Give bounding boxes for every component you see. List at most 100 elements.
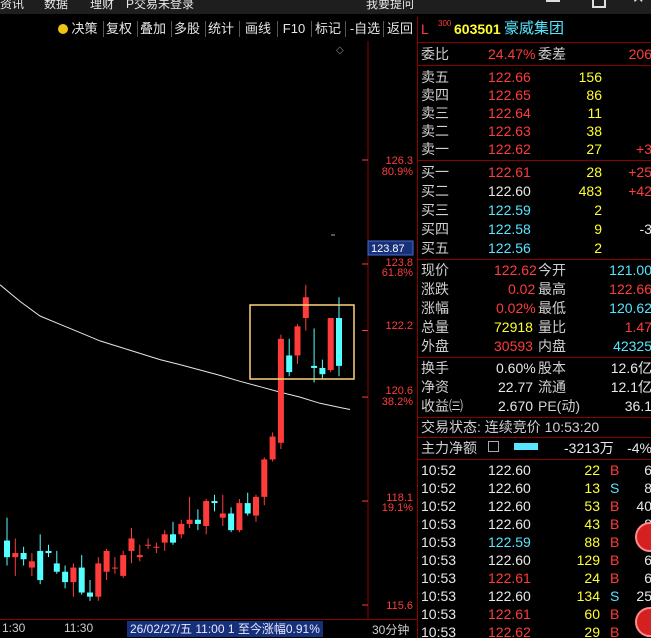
candle-body	[219, 513, 226, 518]
draw-line-button[interactable]: 画线	[244, 19, 272, 39]
order-book-row[interactable]: 买一 122.61 28 +25	[418, 163, 651, 182]
tick-row[interactable]: 10:53 122.60 43 B 8	[418, 515, 651, 534]
stat-label: 涨跌	[421, 281, 449, 297]
kline-chart[interactable]: ◇ 126.3 80.9% 123.8 61.8% 122.2 120.6 38…	[0, 41, 417, 638]
menu-item-shuju[interactable]: 数据	[44, 0, 68, 12]
candle-body	[170, 534, 176, 543]
order-book-row[interactable]: 卖五 122.66 156	[418, 68, 651, 87]
open-price: 121.00	[609, 262, 651, 278]
maximize-icon[interactable]	[592, 0, 606, 8]
menu-item-licai[interactable]: 理财	[90, 0, 114, 12]
tick-price: 122.60	[488, 498, 531, 514]
stat-label: 涨幅	[421, 300, 449, 316]
tick-row[interactable]: 10:53 122.60 129 B 6	[418, 551, 651, 570]
menu-item-zixun[interactable]: 资讯	[0, 0, 24, 12]
candlestick	[170, 521, 176, 545]
order-price: 122.59	[488, 202, 531, 218]
tick-volume: 134	[576, 588, 600, 604]
remove-watchlist-button[interactable]: -自选	[349, 19, 381, 39]
tick-row[interactable]: 10:53 122.61 24 B 6	[418, 569, 651, 588]
close-icon[interactable]: ✕	[632, 0, 646, 8]
candlestick	[302, 284, 309, 331]
total-volume: 72918	[494, 319, 533, 335]
tick-row[interactable]: 10:53 122.62 29 B 6	[418, 623, 651, 638]
order-change: -3	[639, 221, 651, 237]
candle-body	[28, 561, 35, 568]
order-volume: 2	[594, 202, 602, 218]
fib-level-label: 61.8%	[382, 267, 413, 279]
overlay-button[interactable]: 叠加	[140, 19, 166, 39]
divider	[418, 160, 651, 161]
tick-row[interactable]: 10:53 122.59 88 B 6	[418, 533, 651, 552]
decision-button[interactable]: 决策	[56, 19, 100, 39]
tick-side: B	[610, 534, 620, 550]
order-label: 买四	[421, 221, 449, 237]
high-price: 122.66	[609, 281, 651, 297]
diamond-marker-icon: ◇	[336, 45, 344, 56]
f10-button[interactable]: F10	[281, 19, 307, 39]
ask-question-link[interactable]: 我要提问	[366, 0, 414, 12]
weicha-value: 206	[628, 46, 651, 62]
candle-body	[319, 367, 326, 375]
tick-row[interactable]: 10:52 122.60 22 B 6	[418, 461, 651, 480]
order-book-row[interactable]: 买二 122.60 483 +42	[418, 182, 651, 201]
order-change: +3	[636, 141, 651, 157]
tick-row[interactable]: 10:52 122.60 13 S 8	[418, 479, 651, 498]
tick-volume: 60	[584, 606, 600, 622]
stock-code[interactable]: 603501	[454, 17, 501, 41]
stat-row: 净资 22.77 流通 12.1亿	[418, 378, 651, 397]
order-book-row[interactable]: 卖三 122.64 11	[418, 104, 651, 123]
tick-row[interactable]: 10:53 122.61 60 B 9	[418, 605, 651, 624]
tick-volume: 24	[584, 570, 600, 586]
turnover-rate: 0.60%	[496, 360, 536, 376]
stock-name[interactable]: 豪威集团	[504, 17, 564, 41]
tick-price: 122.60	[488, 516, 531, 532]
order-book-row[interactable]: 买五 122.56 2	[418, 239, 651, 258]
candle-body	[161, 534, 168, 543]
stock-header: L 300 603501 豪威集团	[418, 17, 651, 41]
statistics-button[interactable]: 统计	[208, 19, 234, 39]
price-change: 0.02	[508, 281, 536, 297]
stat-row: 总量 72918 量比 1.47	[418, 318, 651, 337]
minimize-icon[interactable]	[546, 0, 560, 2]
chart-toolbar: 决策 复权 叠加 多股 统计 画线 F10 标记 -自选 返回	[0, 17, 417, 41]
tick-price: 122.60	[488, 552, 531, 568]
current-price-tag-label: 123.87	[371, 243, 405, 255]
stat-row: 涨跌 0.02 最高 122.66	[418, 280, 651, 299]
toolbar-divider	[137, 21, 138, 37]
tick-side: B	[610, 570, 620, 586]
order-book-row[interactable]: 买四 122.58 9 -3	[418, 220, 651, 239]
tick-side: B	[610, 498, 620, 514]
candlestick	[45, 544, 52, 558]
tick-volume: 129	[576, 552, 600, 568]
period-selector[interactable]: 30分钟	[372, 621, 409, 638]
candle-body	[269, 436, 276, 460]
price-change-pct: 0.02%	[496, 300, 536, 316]
back-button[interactable]: 返回	[386, 19, 414, 39]
candle-body	[12, 553, 19, 558]
order-volume: 11	[587, 105, 602, 121]
order-price: 122.66	[488, 69, 531, 85]
divider	[418, 259, 651, 260]
main-netflow-row[interactable]: 主力净额 -3213万 -4%	[418, 439, 651, 458]
weibi-row: 委比 24.47% 委差 206	[418, 45, 651, 64]
tick-row[interactable]: 10:53 122.60 134 S 25	[418, 587, 651, 606]
order-book-row[interactable]: 卖二 122.63 38	[418, 122, 651, 141]
tick-volume: 29	[584, 624, 600, 638]
checkbox-icon[interactable]	[488, 441, 499, 452]
candlestick	[336, 297, 342, 377]
order-book-row[interactable]: 卖一 122.62 27 +3	[418, 140, 651, 159]
fuquan-button[interactable]: 复权	[106, 19, 132, 39]
menu-item-login-status[interactable]: P交易未登录	[126, 0, 194, 12]
tick-time: 10:52	[421, 498, 457, 514]
mark-button[interactable]: 标记	[313, 19, 343, 39]
candle-body	[178, 523, 185, 535]
order-book-row[interactable]: 买三 122.59 2	[418, 201, 651, 220]
tick-row[interactable]: 10:52 122.60 53 B 40	[418, 497, 651, 516]
order-book-row[interactable]: 卖四 122.65 86	[418, 86, 651, 105]
candlestick	[203, 498, 210, 535]
multi-stock-button[interactable]: 多股	[174, 19, 200, 39]
order-price: 122.65	[488, 87, 531, 103]
candlestick	[120, 550, 127, 578]
order-price: 122.62	[488, 141, 531, 157]
